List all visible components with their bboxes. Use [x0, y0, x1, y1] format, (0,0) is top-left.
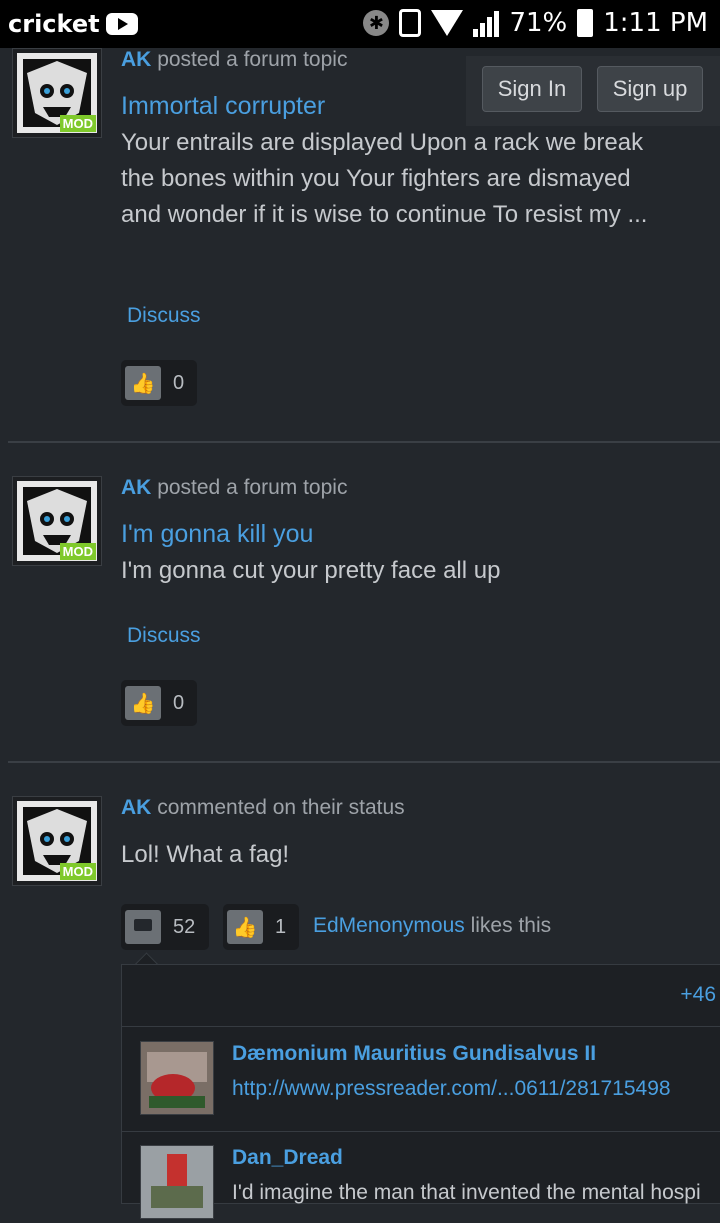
mod-badge: MOD [59, 115, 96, 132]
topic-title-link[interactable]: I'm gonna kill you [121, 520, 313, 549]
comments-panel: +46 Dæmonium Mauritius Gundisalvus II ht… [121, 964, 720, 1219]
activity-action: posted a forum topic [157, 476, 348, 499]
signal-icon [473, 9, 500, 37]
commenter-avatar-image [141, 1146, 213, 1218]
like-button[interactable]: 👍 0 [121, 680, 197, 726]
comment-text: I'd imagine the man that invented the me… [232, 1181, 701, 1204]
more-comments-link[interactable]: +46 [680, 983, 716, 1007]
commenter-name-link[interactable]: Dæmonium Mauritius Gundisalvus II [232, 1042, 596, 1066]
like-count: 0 [173, 691, 185, 714]
mod-badge: MOD [59, 863, 96, 880]
status-bar: cricket ✱ 71% 1:11 PM [0, 0, 720, 48]
feed-divider [8, 441, 720, 443]
username-link[interactable]: AK [121, 476, 151, 499]
like-button[interactable]: 👍 1 [223, 904, 299, 950]
status-icons: ✱ 71% 1:11 PM [363, 8, 708, 38]
status-text: Lol! What a fag! [121, 841, 290, 868]
thumbs-up-icon: 👍 [125, 686, 161, 720]
likers-text: EdMenonymous likes this [313, 914, 551, 938]
carrier-name: cricket [8, 10, 100, 38]
comments-button[interactable]: 52 [121, 904, 209, 950]
sign-in-button[interactable]: Sign In [482, 66, 582, 112]
activity-meta: AK posted a forum topic [121, 476, 347, 500]
commenter-avatar-image [141, 1042, 213, 1114]
battery-icon [577, 9, 594, 37]
mod-badge: MOD [59, 543, 96, 560]
like-button[interactable]: 👍 0 [121, 360, 197, 406]
commenter-avatar[interactable] [140, 1145, 214, 1219]
activity-action: commented on their status [157, 796, 405, 819]
topic-excerpt: I'm gonna cut your pretty face all up [121, 557, 501, 584]
avatar[interactable]: MOD [12, 796, 102, 886]
battery-percent: 71% [509, 8, 568, 38]
bluetooth-icon: ✱ [363, 10, 390, 36]
discuss-link[interactable]: Discuss [127, 304, 201, 328]
auth-panel: Sign In Sign up [466, 56, 720, 126]
comment-divider [122, 1131, 720, 1132]
comment-link[interactable]: http://www.pressreader.com/...0611/28171… [232, 1077, 720, 1101]
like-count: 1 [275, 915, 287, 938]
activity-meta: AK commented on their status [121, 796, 405, 820]
activity-meta: AK posted a forum topic [121, 48, 347, 72]
avatar[interactable]: MOD [12, 48, 102, 138]
topic-title-link[interactable]: Immortal corrupter [121, 92, 325, 121]
activity-action: posted a forum topic [157, 48, 348, 71]
liker-link[interactable]: EdMenonymous [313, 914, 465, 937]
comment-count: 52 [173, 915, 196, 938]
thumbs-up-icon: 👍 [125, 366, 161, 400]
commenter-name-link[interactable]: Dan_Dread [232, 1146, 343, 1170]
avatar[interactable]: MOD [12, 476, 102, 566]
commenter-avatar[interactable] [140, 1041, 214, 1115]
sign-up-button[interactable]: Sign up [597, 66, 703, 112]
thumbs-up-icon: 👍 [227, 910, 263, 944]
username-link[interactable]: AK [121, 48, 151, 71]
comment-bubble-icon [125, 910, 161, 944]
carrier-label: cricket [8, 10, 138, 38]
username-link[interactable]: AK [121, 796, 151, 819]
youtube-icon [105, 13, 138, 35]
likes-suffix: likes this [470, 914, 552, 937]
discuss-link[interactable]: Discuss [127, 624, 201, 648]
like-count: 0 [173, 371, 185, 394]
feed-divider [8, 761, 720, 763]
comment-divider [122, 1026, 720, 1027]
wifi-icon [431, 10, 464, 36]
topic-excerpt: Your entrails are displayed Upon a rack … [121, 129, 648, 228]
vibrate-icon [399, 9, 422, 37]
clock: 1:11 PM [603, 8, 708, 38]
